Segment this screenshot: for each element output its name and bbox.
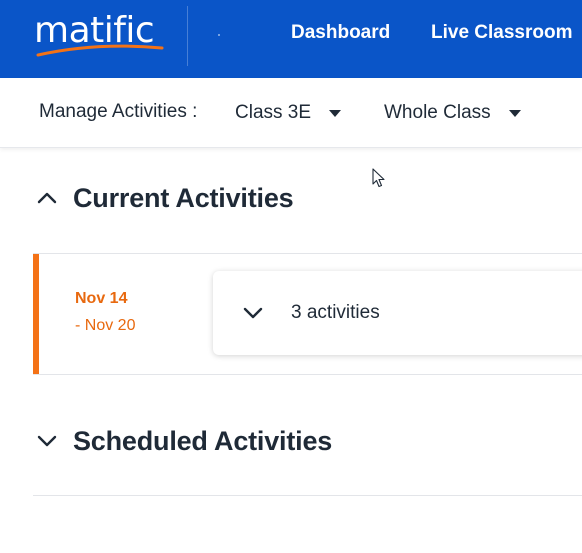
scheduled-activities-title: Scheduled Activities xyxy=(73,425,333,456)
manage-activities-bar: Manage Activities : Class 3E Whole Class xyxy=(0,78,582,148)
top-nav-bar: matific Dashboard Live Classroom xyxy=(0,0,582,78)
mouse-pointer-icon xyxy=(372,168,385,188)
section-divider xyxy=(33,374,582,375)
week-end-date: - Nov 20 xyxy=(75,317,136,334)
current-activities-toggle[interactable]: Current Activities xyxy=(36,180,294,216)
caret-down-icon xyxy=(508,109,521,117)
nav-live-classroom-link[interactable]: Live Classroom xyxy=(431,22,573,44)
class-selector-value: Class 3E xyxy=(235,102,312,123)
logo-swoosh-icon xyxy=(36,44,164,57)
class-selector-dropdown[interactable]: Class 3E xyxy=(235,101,342,125)
chevron-down-icon xyxy=(37,435,57,447)
week-start-date: Nov 14 xyxy=(75,290,128,307)
chevron-up-icon xyxy=(37,192,57,204)
group-selector-dropdown[interactable]: Whole Class xyxy=(384,101,521,125)
matific-logo[interactable]: matific xyxy=(34,10,164,58)
manage-activities-label: Manage Activities : xyxy=(39,101,198,122)
nav-divider xyxy=(187,6,188,66)
current-week-accent-bar xyxy=(33,254,39,374)
activities-summary-card[interactable]: 3 activities xyxy=(213,271,582,355)
chevron-down-icon xyxy=(243,307,263,319)
current-activities-title: Current Activities xyxy=(73,182,294,213)
nav-dashboard-link[interactable]: Dashboard xyxy=(291,22,390,44)
group-selector-value: Whole Class xyxy=(384,102,491,123)
week-row: Nov 14 - Nov 20 3 activities xyxy=(33,254,582,374)
caret-down-icon xyxy=(329,109,342,117)
nav-separator-dot xyxy=(218,34,220,36)
section-divider xyxy=(33,495,582,496)
activities-count-label: 3 activities xyxy=(291,302,380,323)
scheduled-activities-toggle[interactable]: Scheduled Activities xyxy=(36,423,332,459)
